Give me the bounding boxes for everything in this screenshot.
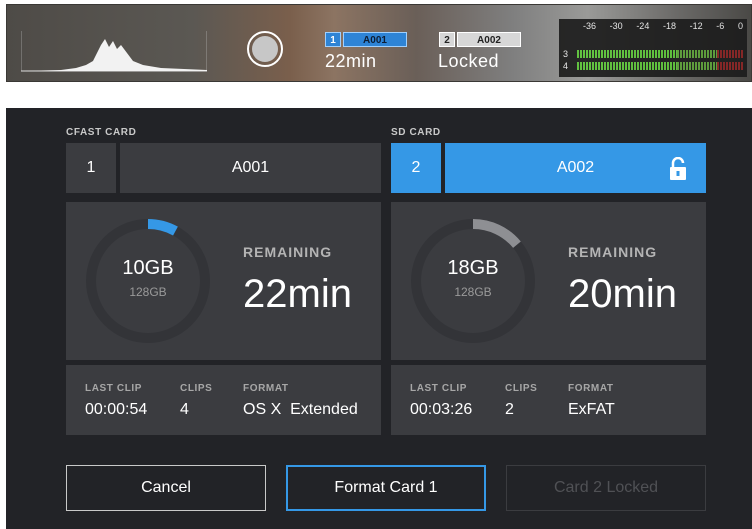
meter-tick: -36 [583, 21, 597, 31]
monitor-strip: 1 A001 22min 2 A002 Locked -36 -30 -24 -… [6, 4, 752, 82]
cfast-slot-number[interactable]: 1 [66, 143, 116, 193]
meter-bar-channel-3 [577, 50, 743, 58]
slot2-indicator[interactable]: 2 A002 [439, 32, 521, 47]
sd-clips-label: CLIPS [505, 383, 538, 394]
cfast-format: OS X Extended [243, 401, 358, 418]
meter-channel-label: 3 [563, 49, 569, 59]
format-card-button[interactable]: Format Card 1 [286, 465, 486, 511]
sd-capacity: 128GB [454, 285, 492, 299]
slot1-name: A001 [343, 32, 407, 47]
cfast-usage-ring: 10GB 128GB [84, 217, 212, 345]
sd-storage-box: 18GB 128GB REMAINING 20min [391, 202, 706, 360]
cfast-remaining-label: REMAINING [243, 244, 333, 260]
unlock-icon[interactable] [668, 157, 688, 181]
cfast-info-box: LAST CLIP 00:00:54 CLIPS 4 FORMAT OS X E… [66, 365, 381, 435]
sd-format: ExFAT [568, 401, 615, 418]
slot1-indicator[interactable]: 1 A001 [325, 32, 407, 47]
sd-used: 18GB [447, 257, 499, 279]
cfast-format-label: FORMAT [243, 383, 289, 394]
cfast-last-clip-label: LAST CLIP [85, 383, 143, 394]
sd-format-label: FORMAT [568, 383, 614, 394]
cfast-remaining-value: 22min [243, 272, 352, 316]
cfast-card-name[interactable]: A001 [120, 143, 381, 193]
card-locked-button: Card 2 Locked [506, 465, 706, 511]
slot1-number: 1 [325, 32, 341, 47]
cfast-storage-box: 10GB 128GB REMAINING 22min [66, 202, 381, 360]
histogram [21, 31, 207, 72]
sd-clips: 2 [505, 401, 514, 418]
slot1-remaining: 22min [325, 51, 377, 71]
sd-remaining-label: REMAINING [568, 244, 658, 260]
cfast-card-heading: CFAST CARD [66, 127, 137, 138]
sd-last-clip: 00:03:26 [410, 401, 473, 418]
record-button-icon[interactable] [247, 31, 283, 67]
sd-info-box: LAST CLIP 00:03:26 CLIPS 2 FORMAT ExFAT [391, 365, 706, 435]
meter-tick: -12 [689, 21, 703, 31]
sd-card-name: A002 [556, 159, 595, 176]
meter-bar-channel-4 [577, 62, 743, 70]
cfast-last-clip: 00:00:54 [85, 401, 148, 418]
cfast-used: 10GB [122, 257, 174, 279]
slot2-status: Locked [438, 51, 500, 71]
cancel-button[interactable]: Cancel [66, 465, 266, 511]
meter-scale: -36 -30 -24 -18 -12 -6 0 [583, 21, 743, 31]
sd-card-heading: SD CARD [391, 127, 441, 138]
format-card-panel: CFAST CARD 1 A001 10GB 128GB REMAINING 2… [6, 108, 752, 529]
meter-tick: -18 [662, 21, 676, 31]
sd-usage-ring: 18GB 128GB [409, 217, 537, 345]
cfast-clips-label: CLIPS [180, 383, 213, 394]
meter-tick: 0 [737, 21, 743, 31]
sd-remaining-value: 20min [568, 272, 677, 316]
cfast-capacity: 128GB [129, 285, 167, 299]
meter-channel-label: 4 [563, 61, 569, 71]
sd-last-clip-label: LAST CLIP [410, 383, 468, 394]
sd-card-name-button[interactable]: A002 [445, 143, 706, 193]
audio-meters[interactable]: -36 -30 -24 -18 -12 -6 0 3 4 [559, 19, 747, 77]
slot2-name: A002 [457, 32, 521, 47]
meter-tick: -6 [716, 21, 725, 31]
sd-ring-graphic [411, 219, 535, 343]
cfast-ring-graphic [86, 219, 210, 343]
sd-slot-number[interactable]: 2 [391, 143, 441, 193]
meter-tick: -30 [609, 21, 623, 31]
cfast-clips: 4 [180, 401, 189, 418]
slot2-number: 2 [439, 32, 455, 47]
meter-tick: -24 [636, 21, 650, 31]
